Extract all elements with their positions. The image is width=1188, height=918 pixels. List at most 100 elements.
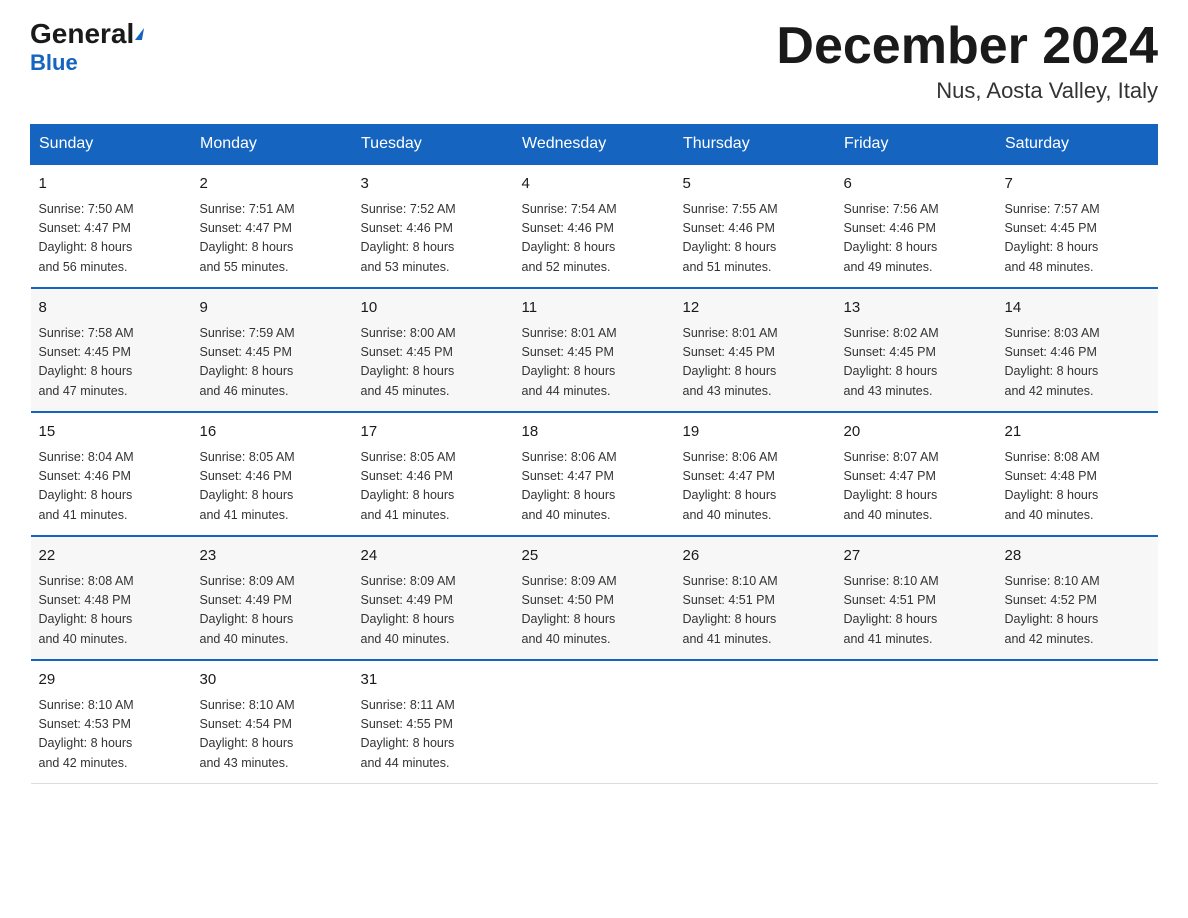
day-number: 17 xyxy=(361,421,506,444)
col-sunday: Sunday xyxy=(31,125,192,165)
day-info: Sunrise: 8:07 AMSunset: 4:47 PMDaylight:… xyxy=(844,448,989,526)
day-number: 8 xyxy=(39,297,184,320)
table-row: 9 Sunrise: 7:59 AMSunset: 4:45 PMDaylight… xyxy=(192,288,353,412)
logo-text: General xyxy=(30,20,144,48)
table-row: 31 Sunrise: 8:11 AMSunset: 4:55 PMDayligh… xyxy=(353,660,514,784)
table-row: 10Sunrise: 8:00 AMSunset: 4:45 PMDayligh… xyxy=(353,288,514,412)
day-number: 31 xyxy=(361,669,506,692)
table-row: 6 Sunrise: 7:56 AMSunset: 4:46 PMDaylight… xyxy=(836,164,997,288)
col-friday: Friday xyxy=(836,125,997,165)
day-info: Sunrise: 7:54 AMSunset: 4:46 PMDaylight:… xyxy=(522,200,667,278)
table-row: 19 Sunrise: 8:06 AMSunset: 4:47 PMDayligh… xyxy=(675,412,836,536)
day-info: Sunrise: 8:09 AMSunset: 4:49 PMDaylight:… xyxy=(200,572,345,650)
day-info: Sunrise: 8:04 AMSunset: 4:46 PMDaylight:… xyxy=(39,448,184,526)
day-info: Sunrise: 8:00 AMSunset: 4:45 PMDaylight:… xyxy=(361,324,506,402)
day-number: 7 xyxy=(1005,173,1150,196)
day-info: Sunrise: 8:11 AMSunset: 4:55 PMDaylight:… xyxy=(361,696,506,774)
day-info: Sunrise: 7:56 AMSunset: 4:46 PMDaylight:… xyxy=(844,200,989,278)
day-number: 20 xyxy=(844,421,989,444)
day-info: Sunrise: 7:55 AMSunset: 4:46 PMDaylight:… xyxy=(683,200,828,278)
table-row: 11 Sunrise: 8:01 AMSunset: 4:45 PMDayligh… xyxy=(514,288,675,412)
table-row: 13Sunrise: 8:02 AMSunset: 4:45 PMDayligh… xyxy=(836,288,997,412)
day-number: 18 xyxy=(522,421,667,444)
day-number: 16 xyxy=(200,421,345,444)
day-info: Sunrise: 7:58 AMSunset: 4:45 PMDaylight:… xyxy=(39,324,184,402)
table-row: 5 Sunrise: 7:55 AMSunset: 4:46 PMDaylight… xyxy=(675,164,836,288)
calendar-header-row: Sunday Monday Tuesday Wednesday Thursday… xyxy=(31,125,1158,165)
calendar-week-2: 8 Sunrise: 7:58 AMSunset: 4:45 PMDaylight… xyxy=(31,288,1158,412)
table-row: 27Sunrise: 8:10 AMSunset: 4:51 PMDayligh… xyxy=(836,536,997,660)
day-info: Sunrise: 8:03 AMSunset: 4:46 PMDaylight:… xyxy=(1005,324,1150,402)
day-info: Sunrise: 8:10 AMSunset: 4:53 PMDaylight:… xyxy=(39,696,184,774)
day-number: 15 xyxy=(39,421,184,444)
table-row: 2Sunrise: 7:51 AMSunset: 4:47 PMDaylight… xyxy=(192,164,353,288)
table-row: 25Sunrise: 8:09 AMSunset: 4:50 PMDayligh… xyxy=(514,536,675,660)
day-info: Sunrise: 7:50 AMSunset: 4:47 PMDaylight:… xyxy=(39,200,184,278)
logo-general: General xyxy=(30,18,134,49)
day-number: 11 xyxy=(522,297,667,320)
day-number: 3 xyxy=(361,173,506,196)
day-info: Sunrise: 8:08 AMSunset: 4:48 PMDaylight:… xyxy=(39,572,184,650)
calendar-table: Sunday Monday Tuesday Wednesday Thursday… xyxy=(30,124,1158,784)
page-header: General Blue December 2024 Nus, Aosta Va… xyxy=(30,20,1158,104)
calendar-week-1: 1 Sunrise: 7:50 AMSunset: 4:47 PMDaylight… xyxy=(31,164,1158,288)
calendar-week-5: 29Sunrise: 8:10 AMSunset: 4:53 PMDayligh… xyxy=(31,660,1158,784)
day-info: Sunrise: 8:06 AMSunset: 4:47 PMDaylight:… xyxy=(683,448,828,526)
table-row xyxy=(836,660,997,784)
day-info: Sunrise: 8:10 AMSunset: 4:52 PMDaylight:… xyxy=(1005,572,1150,650)
col-tuesday: Tuesday xyxy=(353,125,514,165)
day-number: 1 xyxy=(39,173,184,196)
table-row: 26 Sunrise: 8:10 AMSunset: 4:51 PMDayligh… xyxy=(675,536,836,660)
day-info: Sunrise: 8:01 AMSunset: 4:45 PMDaylight:… xyxy=(522,324,667,402)
col-saturday: Saturday xyxy=(997,125,1158,165)
table-row: 29Sunrise: 8:10 AMSunset: 4:53 PMDayligh… xyxy=(31,660,192,784)
table-row: 16 Sunrise: 8:05 AMSunset: 4:46 PMDayligh… xyxy=(192,412,353,536)
day-info: Sunrise: 8:05 AMSunset: 4:46 PMDaylight:… xyxy=(200,448,345,526)
logo-blue: Blue xyxy=(30,50,78,76)
day-number: 9 xyxy=(200,297,345,320)
day-number: 12 xyxy=(683,297,828,320)
day-info: Sunrise: 8:10 AMSunset: 4:51 PMDaylight:… xyxy=(683,572,828,650)
day-info: Sunrise: 7:52 AMSunset: 4:46 PMDaylight:… xyxy=(361,200,506,278)
col-wednesday: Wednesday xyxy=(514,125,675,165)
day-info: Sunrise: 8:01 AMSunset: 4:45 PMDaylight:… xyxy=(683,324,828,402)
day-info: Sunrise: 7:59 AMSunset: 4:45 PMDaylight:… xyxy=(200,324,345,402)
day-number: 28 xyxy=(1005,545,1150,568)
table-row xyxy=(514,660,675,784)
day-number: 6 xyxy=(844,173,989,196)
table-row: 21 Sunrise: 8:08 AMSunset: 4:48 PMDayligh… xyxy=(997,412,1158,536)
day-info: Sunrise: 8:06 AMSunset: 4:47 PMDaylight:… xyxy=(522,448,667,526)
table-row: 7 Sunrise: 7:57 AMSunset: 4:45 PMDaylight… xyxy=(997,164,1158,288)
table-row: 8 Sunrise: 7:58 AMSunset: 4:45 PMDaylight… xyxy=(31,288,192,412)
day-info: Sunrise: 7:57 AMSunset: 4:45 PMDaylight:… xyxy=(1005,200,1150,278)
table-row xyxy=(997,660,1158,784)
table-row: 12 Sunrise: 8:01 AMSunset: 4:45 PMDayligh… xyxy=(675,288,836,412)
day-info: Sunrise: 8:09 AMSunset: 4:49 PMDaylight:… xyxy=(361,572,506,650)
table-row: 20 Sunrise: 8:07 AMSunset: 4:47 PMDayligh… xyxy=(836,412,997,536)
month-title: December 2024 xyxy=(776,20,1158,72)
day-info: Sunrise: 8:08 AMSunset: 4:48 PMDaylight:… xyxy=(1005,448,1150,526)
day-number: 5 xyxy=(683,173,828,196)
table-row: 3 Sunrise: 7:52 AMSunset: 4:46 PMDaylight… xyxy=(353,164,514,288)
day-number: 25 xyxy=(522,545,667,568)
table-row: 24Sunrise: 8:09 AMSunset: 4:49 PMDayligh… xyxy=(353,536,514,660)
calendar-week-3: 15 Sunrise: 8:04 AMSunset: 4:46 PMDayligh… xyxy=(31,412,1158,536)
col-monday: Monday xyxy=(192,125,353,165)
day-number: 19 xyxy=(683,421,828,444)
day-number: 21 xyxy=(1005,421,1150,444)
day-number: 26 xyxy=(683,545,828,568)
table-row: 14 Sunrise: 8:03 AMSunset: 4:46 PMDayligh… xyxy=(997,288,1158,412)
table-row: 15 Sunrise: 8:04 AMSunset: 4:46 PMDayligh… xyxy=(31,412,192,536)
col-thursday: Thursday xyxy=(675,125,836,165)
day-number: 4 xyxy=(522,173,667,196)
day-number: 13 xyxy=(844,297,989,320)
day-info: Sunrise: 8:05 AMSunset: 4:46 PMDaylight:… xyxy=(361,448,506,526)
table-row: 1 Sunrise: 7:50 AMSunset: 4:47 PMDaylight… xyxy=(31,164,192,288)
table-row: 17 Sunrise: 8:05 AMSunset: 4:46 PMDayligh… xyxy=(353,412,514,536)
day-number: 22 xyxy=(39,545,184,568)
day-number: 27 xyxy=(844,545,989,568)
day-info: Sunrise: 7:51 AMSunset: 4:47 PMDaylight:… xyxy=(200,200,345,278)
table-row: 18 Sunrise: 8:06 AMSunset: 4:47 PMDayligh… xyxy=(514,412,675,536)
logo: General Blue xyxy=(30,20,144,76)
day-number: 14 xyxy=(1005,297,1150,320)
